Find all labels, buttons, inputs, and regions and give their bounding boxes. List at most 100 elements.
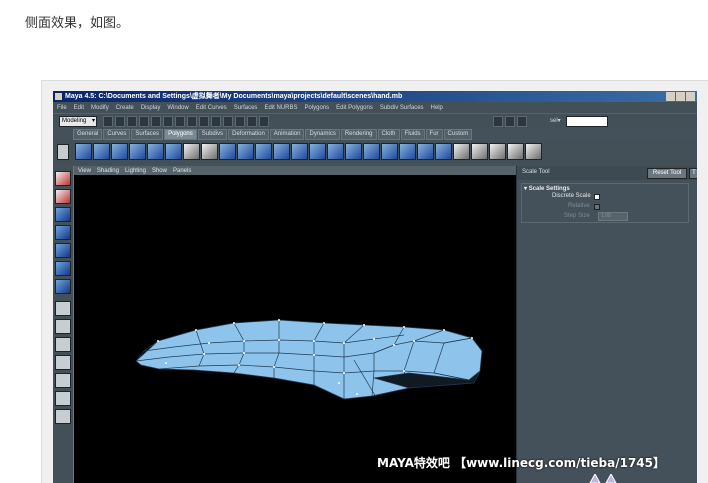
tab-animation[interactable]: Animation — [269, 129, 305, 140]
subdivide-icon[interactable] — [417, 143, 434, 160]
shelf-menu-button[interactable] — [57, 144, 69, 160]
tab-deformation[interactable]: Deformation — [228, 129, 269, 140]
uv-spherical-map-icon[interactable] — [489, 143, 506, 160]
quick-selection-field[interactable] — [566, 116, 608, 127]
snap-grid-icon[interactable] — [175, 116, 185, 127]
tool-help-button[interactable]: T — [689, 168, 697, 179]
menu-subdiv-surfaces[interactable]: Subdiv Surfaces — [380, 105, 424, 111]
manipulator-tool-icon[interactable] — [55, 261, 71, 276]
select-component-icon[interactable] — [163, 116, 173, 127]
render-globals-icon[interactable] — [259, 116, 269, 127]
poly-cube-icon[interactable] — [93, 143, 110, 160]
tab-polygons[interactable]: Polygons — [164, 129, 197, 140]
tab-surfaces[interactable]: Surfaces — [131, 129, 164, 140]
tab-fur[interactable]: Fur — [425, 129, 443, 140]
poly-cylinder-icon[interactable] — [111, 143, 128, 160]
extrude-edge-icon[interactable] — [291, 143, 308, 160]
vp-menu-view[interactable]: View — [78, 168, 91, 174]
rotate-tool-icon[interactable] — [55, 225, 71, 240]
snap-point-icon[interactable] — [199, 116, 209, 127]
poly-sphere-icon[interactable] — [75, 143, 92, 160]
scale-tool-icon[interactable] — [55, 243, 71, 258]
collapse-icon[interactable] — [435, 143, 452, 160]
reset-tool-button[interactable]: Reset Tool — [647, 168, 687, 179]
combine-icon[interactable] — [219, 143, 236, 160]
outliner-layout-icon[interactable] — [55, 355, 71, 370]
menu-surfaces[interactable]: Surfaces — [234, 105, 258, 111]
menu-file[interactable]: File — [57, 105, 67, 111]
scale-settings-title[interactable]: ▾ Scale Settings — [524, 185, 570, 192]
minimize-button[interactable] — [666, 92, 675, 101]
append-polygon-icon[interactable] — [327, 143, 344, 160]
merge-vertices-icon[interactable] — [345, 143, 362, 160]
discrete-scale-checkbox[interactable] — [594, 194, 600, 200]
single-perspective-layout-icon[interactable] — [55, 301, 71, 316]
menu-edit-nurbs[interactable]: Edit NURBS — [264, 105, 297, 111]
menu-create[interactable]: Create — [116, 105, 134, 111]
last-tool-icon[interactable] — [55, 279, 71, 294]
tab-dynamics[interactable]: Dynamics — [305, 129, 340, 140]
relative-checkbox[interactable] — [594, 204, 600, 210]
more-layouts-icon[interactable] — [55, 409, 71, 424]
uv-cylindrical-map-icon[interactable] — [471, 143, 488, 160]
two-view-layout-icon[interactable] — [55, 337, 71, 352]
poly-helix-icon[interactable] — [201, 143, 218, 160]
open-scene-icon[interactable] — [115, 116, 125, 127]
tab-cloth[interactable]: Cloth — [377, 129, 400, 140]
show-hide-channel-box-icon[interactable] — [517, 116, 527, 127]
select-tool-icon[interactable] — [55, 171, 71, 186]
new-scene-icon[interactable] — [103, 116, 113, 127]
lasso-tool-icon[interactable] — [55, 189, 71, 204]
vp-menu-panels[interactable]: Panels — [173, 168, 191, 174]
four-view-layout-icon[interactable] — [55, 319, 71, 334]
separate-icon[interactable] — [237, 143, 254, 160]
tab-general[interactable]: General — [73, 129, 103, 140]
uv-auto-map-icon[interactable] — [507, 143, 524, 160]
split-polygon-icon[interactable] — [309, 143, 326, 160]
wedge-faces-icon[interactable] — [381, 143, 398, 160]
snap-view-plane-icon[interactable] — [211, 116, 221, 127]
menu-help[interactable]: Help — [431, 105, 443, 111]
tab-fluids[interactable]: Fluids — [400, 129, 425, 140]
menu-set-select[interactable]: Modeling — [59, 116, 97, 127]
move-tool-icon[interactable] — [55, 207, 71, 222]
render-icon[interactable] — [235, 116, 245, 127]
menu-polygons[interactable]: Polygons — [304, 105, 329, 111]
select-hierarchy-icon[interactable] — [139, 116, 149, 127]
menu-edit[interactable]: Edit — [74, 105, 84, 111]
select-object-icon[interactable] — [151, 116, 161, 127]
poly-plane-icon[interactable] — [147, 143, 164, 160]
uv-editor-icon[interactable] — [525, 143, 542, 160]
menu-edit-curves[interactable]: Edit Curves — [196, 105, 227, 111]
menu-window[interactable]: Window — [167, 105, 188, 111]
tab-rendering[interactable]: Rendering — [340, 129, 377, 140]
poly-torus-icon[interactable] — [165, 143, 182, 160]
vp-menu-lighting[interactable]: Lighting — [125, 168, 146, 174]
close-button[interactable] — [686, 92, 695, 101]
construction-history-icon[interactable] — [223, 116, 233, 127]
tab-custom[interactable]: Custom — [443, 129, 473, 140]
save-scene-icon[interactable] — [127, 116, 137, 127]
poly-cone-icon[interactable] — [129, 143, 146, 160]
perspective-viewport[interactable]: View Shading Lighting Show Panels — [73, 166, 517, 483]
show-hide-tool-settings-icon[interactable] — [505, 116, 515, 127]
show-hide-attribute-editor-icon[interactable] — [493, 116, 503, 127]
tab-subdivs[interactable]: Subdivs — [197, 129, 228, 140]
ipr-render-icon[interactable] — [247, 116, 257, 127]
vp-menu-shading[interactable]: Shading — [97, 168, 119, 174]
menu-edit-polygons[interactable]: Edit Polygons — [336, 105, 373, 111]
uv-planar-map-icon[interactable] — [453, 143, 470, 160]
vp-menu-show[interactable]: Show — [152, 168, 167, 174]
extrude-face-icon[interactable] — [273, 143, 290, 160]
bevel-icon[interactable] — [399, 143, 416, 160]
menu-display[interactable]: Display — [141, 105, 161, 111]
poly-pipe-icon[interactable] — [183, 143, 200, 160]
cut-faces-icon[interactable] — [363, 143, 380, 160]
step-size-field[interactable]: 1.00 — [598, 212, 628, 221]
menu-modify[interactable]: Modify — [91, 105, 109, 111]
smooth-icon[interactable] — [255, 143, 272, 160]
snap-curve-icon[interactable] — [187, 116, 197, 127]
maximize-button[interactable] — [676, 92, 685, 101]
tab-curves[interactable]: Curves — [103, 129, 131, 140]
graph-editor-layout-icon[interactable] — [55, 391, 71, 406]
